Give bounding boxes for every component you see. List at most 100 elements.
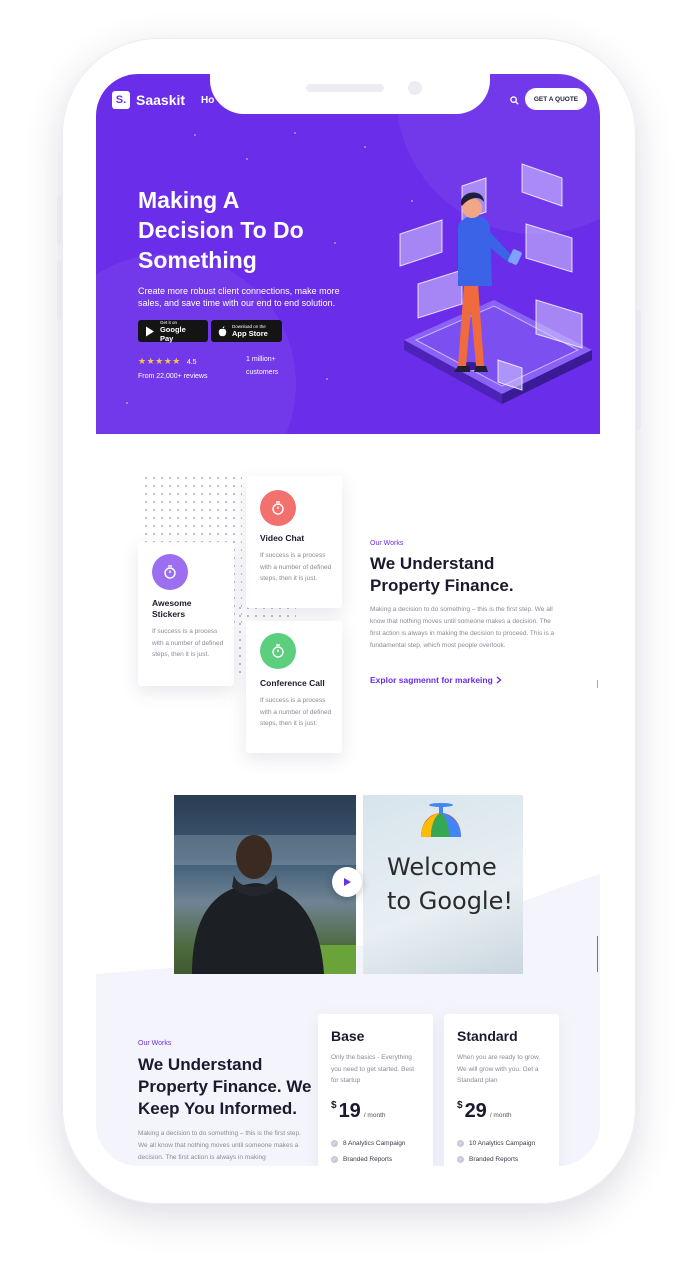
- star-dot: [326, 378, 328, 380]
- price-period: / month: [489, 1112, 512, 1119]
- scroll-marker: [597, 936, 598, 972]
- plan-feature-label: 8 Analytics Campaign: [343, 1140, 406, 1147]
- hero-title-line: Making A: [138, 187, 240, 213]
- plan-name: Base: [331, 1028, 365, 1044]
- feature-title: Video Chat: [260, 533, 305, 543]
- plan-feature: ✓ Branded Reports: [457, 1156, 518, 1163]
- section-title-line: We Understand: [370, 554, 495, 573]
- search-icon[interactable]: [510, 96, 519, 105]
- plan-feature-label: Branded Reports: [343, 1156, 393, 1163]
- phone-side-button: [57, 195, 62, 245]
- pricing-eyebrow: Our Works: [138, 1040, 172, 1047]
- feature-title: Conference Call: [260, 678, 325, 688]
- plan-feature: ✓ 10 Analytics Campaign: [457, 1140, 535, 1147]
- camera: [408, 81, 422, 95]
- pricing-card-base[interactable]: Base Only the basics - Everything you ne…: [318, 1014, 433, 1166]
- star-dot: [126, 402, 128, 404]
- video-player[interactable]: Welcome to Google!: [174, 795, 523, 974]
- hero-subtitle: Create more robust client connections, m…: [138, 286, 340, 308]
- section-title: We Understand Property Finance.: [370, 553, 514, 597]
- plan-feature-label: Branded Reports: [469, 1156, 519, 1163]
- pricing-title: We Understand Property Finance. We Keep …: [138, 1054, 312, 1120]
- brand-logo[interactable]: S. Saaskit: [112, 91, 185, 109]
- plan-feature: ✓ 8 Analytics Campaign: [331, 1140, 406, 1147]
- apple-icon: [218, 325, 227, 336]
- phone-screen: S. Saaskit Ho GET A QUOTE Making A Decis…: [96, 74, 600, 1166]
- hero-title-line: Something: [138, 247, 257, 273]
- section-eyebrow: Our Works: [370, 540, 404, 547]
- star-dot: [294, 132, 296, 134]
- plan-feature-label: 10 Analytics Campaign: [469, 1140, 536, 1147]
- pricing-title-line: Keep You Informed.: [138, 1099, 298, 1118]
- hero-title-line: Decision To Do: [138, 217, 304, 243]
- phone-notch: [210, 74, 490, 114]
- google-pay-label: Google Pay: [159, 324, 186, 343]
- check-icon: ✓: [457, 1140, 464, 1147]
- video-frame-right: Welcome to Google!: [363, 795, 523, 974]
- device-mockup: S. Saaskit Ho GET A QUOTE Making A Decis…: [0, 0, 698, 1279]
- plan-price: $ 19 / month: [331, 1100, 386, 1123]
- logo-text: Saaskit: [136, 92, 186, 108]
- app-store-button[interactable]: Download on the App Store: [211, 320, 282, 342]
- price-currency: $: [331, 1100, 337, 1111]
- play-icon: [344, 878, 351, 886]
- star-dot: [364, 146, 366, 148]
- star-dot: [194, 134, 196, 136]
- feature-card-conference-call[interactable]: Conference Call If success is a process …: [246, 621, 342, 753]
- pricing-card-standard[interactable]: Standard When you are ready to grow, We …: [444, 1014, 559, 1166]
- customers-count: 1 million+ customers: [246, 356, 279, 376]
- hero-section: S. Saaskit Ho GET A QUOTE Making A Decis…: [96, 74, 600, 434]
- plan-feature: ✓ Branded Reports: [331, 1156, 392, 1163]
- star-dot: [246, 158, 248, 160]
- speaker: [306, 84, 384, 92]
- person-silhouette: [174, 835, 356, 974]
- get-quote-button[interactable]: GET A QUOTE: [525, 88, 587, 110]
- stickers-icon: [152, 554, 188, 590]
- check-icon: ✓: [331, 1156, 338, 1163]
- feature-text: If success is a process with a number of…: [260, 697, 332, 727]
- phone-side-button: [57, 260, 62, 320]
- google-pay-button[interactable]: Get it on Google Pay: [138, 320, 208, 343]
- price-amount: 29: [464, 1100, 487, 1122]
- price-currency: $: [457, 1100, 463, 1111]
- plan-description: Only the basics - Everything you need to…: [331, 1054, 415, 1084]
- phone-side-button: [636, 310, 641, 430]
- section-body: Making a decision to do something – this…: [370, 606, 555, 649]
- rating-count: From 22,000+ reviews: [138, 373, 208, 380]
- feature-text: If success is a process with a number of…: [260, 552, 332, 582]
- chevron-right-icon: [496, 676, 502, 684]
- explore-link[interactable]: Explor sagmennt for markeing: [370, 675, 502, 685]
- welcome-sign-text: Welcome to Google!: [387, 853, 513, 915]
- rating-value: 4.5: [186, 359, 197, 366]
- price-period: / month: [363, 1112, 386, 1119]
- explore-link-label: Explor sagmennt for markeing: [370, 675, 493, 685]
- feature-text: If success is a process with a number of…: [152, 628, 224, 658]
- hero-illustration: [399, 163, 592, 404]
- video-frame-left: [174, 795, 356, 974]
- hero-title: Making A Decision To Do Something: [138, 185, 368, 275]
- pricing-title-line: Property Finance. We: [138, 1077, 312, 1096]
- pricing-title-line: We Understand: [138, 1055, 263, 1074]
- video-chat-icon: [260, 490, 296, 526]
- rating-block: ★★★★★ 4.5 From 22,000+ reviews: [138, 351, 207, 380]
- plan-price: $ 29 / month: [457, 1100, 512, 1123]
- check-icon: ✓: [457, 1156, 464, 1163]
- app-store-label: App Store: [232, 329, 268, 338]
- feature-card-video-chat[interactable]: Video Chat If success is a process with …: [246, 476, 342, 608]
- plan-name: Standard: [457, 1028, 518, 1044]
- logo-mark: S.: [112, 91, 130, 109]
- conference-call-icon: [260, 633, 296, 669]
- section-title-line: Property Finance.: [370, 576, 514, 595]
- feature-title: Awesome Stickers: [152, 598, 192, 619]
- price-amount: 19: [338, 1100, 361, 1122]
- check-icon: ✓: [331, 1140, 338, 1147]
- feature-card-awesome-stickers[interactable]: Awesome Stickers If success is a process…: [138, 542, 234, 686]
- scroll-marker: [597, 680, 598, 688]
- nav-link-home[interactable]: Ho: [201, 95, 214, 106]
- rating-stars-icon: ★★★★★: [138, 356, 181, 366]
- background-blob: [96, 254, 296, 434]
- play-store-icon: [145, 326, 154, 336]
- play-button[interactable]: [332, 867, 362, 897]
- propeller-hat-icon: [421, 803, 461, 837]
- plan-description: When you are ready to grow, We will grow…: [457, 1054, 541, 1084]
